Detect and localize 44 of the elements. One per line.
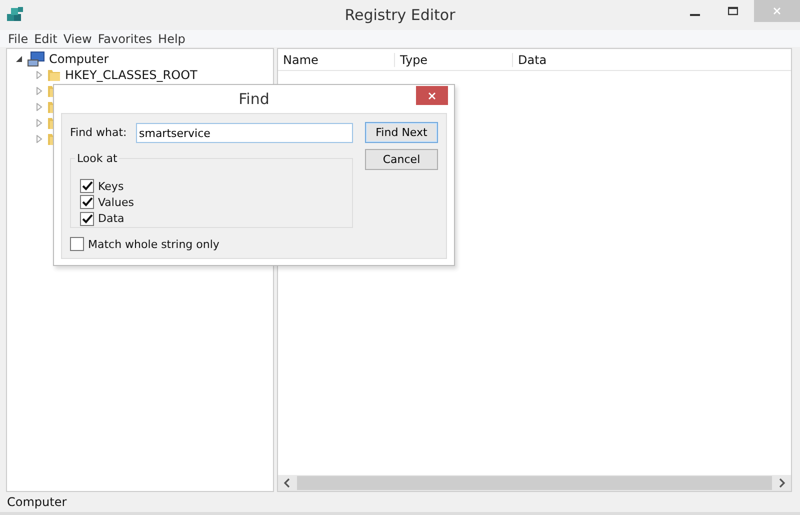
dialog-title: Find xyxy=(238,90,270,108)
checkbox-label[interactable]: Keys xyxy=(98,180,124,193)
menu-item[interactable]: File xyxy=(8,32,28,46)
folder-icon xyxy=(47,68,61,82)
column-header[interactable]: Name xyxy=(278,52,395,66)
column-header[interactable]: Data xyxy=(513,52,547,66)
registry-cubes-icon xyxy=(6,6,24,24)
checkbox[interactable] xyxy=(80,195,94,210)
checkbox-label[interactable]: Values xyxy=(98,196,134,209)
collapsed-arrow-icon[interactable] xyxy=(35,135,43,143)
group-label: Look at xyxy=(75,152,120,165)
maximize-icon xyxy=(728,6,738,16)
collapsed-arrow-icon[interactable] xyxy=(35,103,43,111)
menu-item[interactable]: Favorites xyxy=(98,32,152,46)
dialog-button[interactable]: Cancel xyxy=(365,149,438,170)
tree-item[interactable]: Computer xyxy=(49,52,109,66)
collapsed-arrow-icon[interactable] xyxy=(35,87,43,95)
menu-item[interactable]: View xyxy=(63,32,92,46)
column-header[interactable]: Type xyxy=(395,52,513,66)
expanded-arrow-icon[interactable] xyxy=(15,54,23,62)
minimize-icon xyxy=(690,14,700,16)
find-field[interactable]: smartservice xyxy=(136,123,353,143)
collapsed-arrow-icon[interactable] xyxy=(35,119,43,127)
close-icon xyxy=(772,6,782,16)
close-icon xyxy=(428,92,436,100)
status-text: Computer xyxy=(7,495,67,509)
checkbox[interactable] xyxy=(70,237,84,251)
find-label: Find what: xyxy=(70,125,128,141)
dialog-button[interactable]: Find Next xyxy=(365,122,438,143)
window-title: Registry Editor xyxy=(344,6,456,24)
scroll-right-icon[interactable] xyxy=(778,478,786,488)
tree-item[interactable]: HKEY_CLASSES_ROOT xyxy=(65,68,198,82)
collapsed-arrow-icon[interactable] xyxy=(35,71,43,79)
scrollbar-thumb[interactable] xyxy=(297,476,772,490)
menu-item[interactable]: Edit xyxy=(34,32,58,46)
checkbox-label[interactable]: Match whole string only xyxy=(88,238,220,250)
computer-icon xyxy=(27,50,45,66)
checkbox-label[interactable]: Data xyxy=(98,212,124,226)
checkbox[interactable] xyxy=(80,179,94,194)
checkbox[interactable] xyxy=(80,212,94,226)
horizontal-scrollbar[interactable] xyxy=(278,475,791,491)
scroll-left-icon[interactable] xyxy=(283,478,291,488)
close-button[interactable] xyxy=(416,86,448,105)
menu-item[interactable]: Help xyxy=(158,32,186,46)
